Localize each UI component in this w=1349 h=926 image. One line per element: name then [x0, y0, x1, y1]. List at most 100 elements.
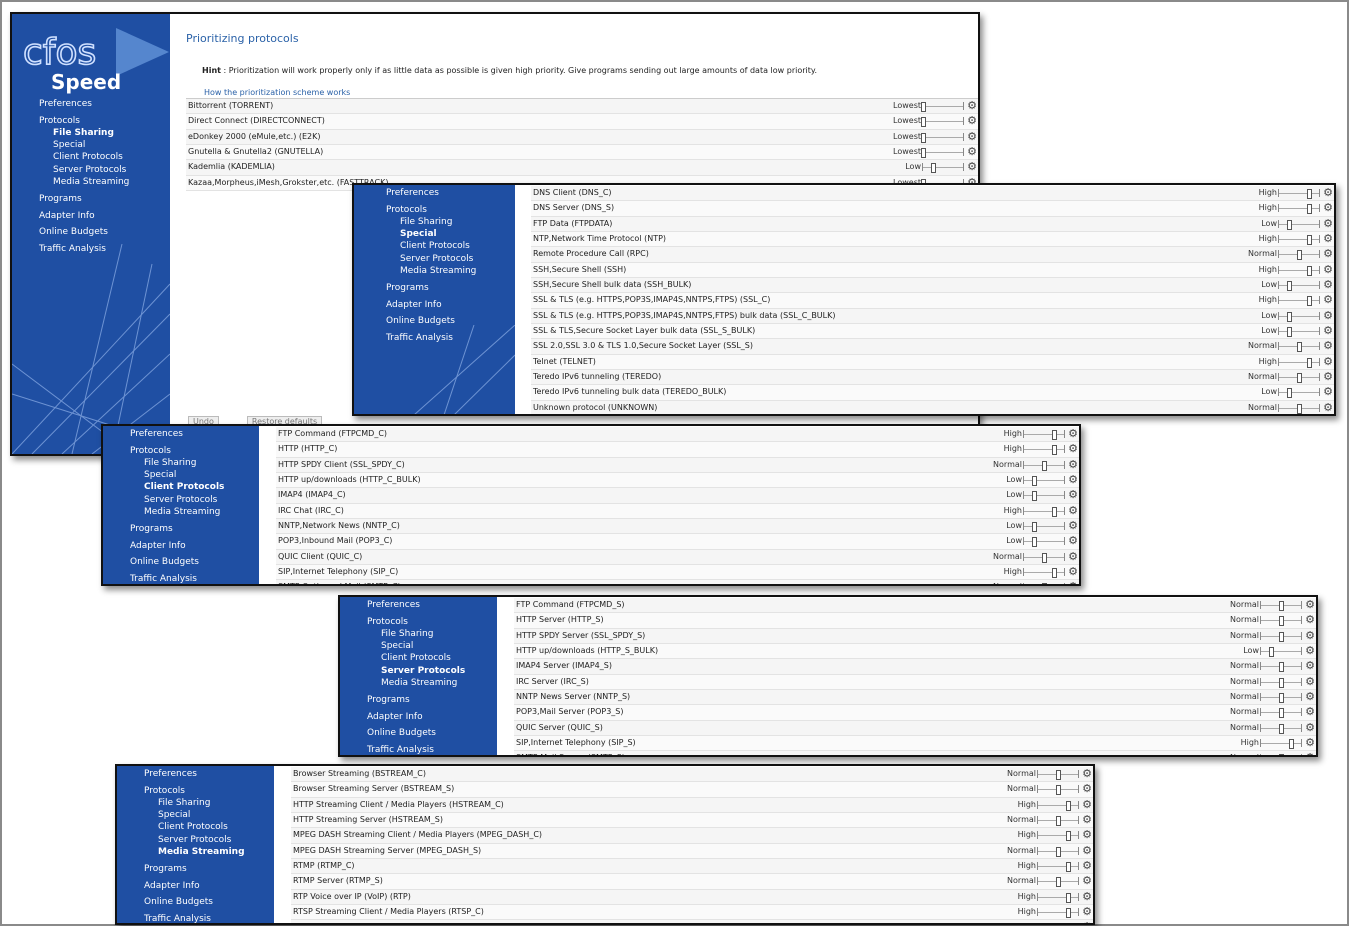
- gear-icon[interactable]: ⚙: [1323, 386, 1333, 397]
- nav-special[interactable]: Special: [354, 228, 515, 240]
- nav-traffic-analysis[interactable]: Traffic Analysis: [103, 573, 259, 584]
- gear-icon[interactable]: ⚙: [1323, 325, 1333, 336]
- slider-knob[interactable]: [1032, 522, 1037, 533]
- gear-icon[interactable]: ⚙: [1323, 371, 1333, 382]
- gear-icon[interactable]: ⚙: [1323, 218, 1333, 229]
- slider-knob[interactable]: [1307, 357, 1312, 368]
- gear-icon[interactable]: ⚙: [1323, 187, 1333, 198]
- slider-knob[interactable]: [1032, 476, 1037, 487]
- slider-knob[interactable]: [1297, 373, 1302, 384]
- priority-slider[interactable]: [1260, 647, 1302, 658]
- nav-protocols[interactable]: Protocols: [340, 616, 497, 628]
- nav-protocols[interactable]: Protocols: [12, 115, 170, 127]
- nav-client-protocols[interactable]: Client Protocols: [117, 821, 274, 833]
- slider-knob[interactable]: [1042, 583, 1047, 584]
- slider-knob[interactable]: [1052, 445, 1057, 456]
- priority-slider[interactable]: [921, 102, 964, 112]
- slider-knob[interactable]: [1307, 265, 1312, 276]
- slider-knob[interactable]: [1307, 235, 1312, 246]
- nav-traffic-analysis[interactable]: Traffic Analysis: [340, 744, 497, 755]
- gear-icon[interactable]: ⚙: [1068, 489, 1078, 500]
- nav-file-sharing[interactable]: File Sharing: [340, 628, 497, 640]
- gear-icon[interactable]: ⚙: [1082, 799, 1092, 810]
- nav-online-budgets[interactable]: Online Budgets: [340, 727, 497, 739]
- prioritization-scheme-link[interactable]: How the prioritization scheme works: [204, 88, 350, 97]
- nav-adapter-info[interactable]: Adapter Info: [340, 711, 497, 723]
- gear-icon[interactable]: ⚙: [1082, 829, 1092, 840]
- priority-slider[interactable]: [1278, 189, 1320, 199]
- nav-media-streaming[interactable]: Media Streaming: [354, 265, 515, 277]
- slider-knob[interactable]: [1052, 568, 1057, 579]
- gear-icon[interactable]: ⚙: [1082, 814, 1092, 825]
- priority-slider[interactable]: [1023, 430, 1065, 440]
- slider-knob[interactable]: [1279, 616, 1284, 627]
- priority-slider[interactable]: [1023, 568, 1065, 579]
- gear-icon[interactable]: ⚙: [1323, 202, 1333, 213]
- nav-online-budgets[interactable]: Online Budgets: [103, 556, 259, 568]
- nav-traffic-analysis[interactable]: Traffic Analysis: [354, 332, 515, 344]
- slider-knob[interactable]: [1032, 491, 1037, 502]
- priority-slider[interactable]: [1023, 506, 1065, 517]
- nav-media-streaming[interactable]: Media Streaming: [340, 677, 497, 689]
- nav-online-budgets[interactable]: Online Budgets: [354, 315, 515, 327]
- priority-slider[interactable]: [921, 132, 964, 143]
- gear-icon[interactable]: ⚙: [1323, 233, 1333, 244]
- gear-icon[interactable]: ⚙: [1068, 520, 1078, 531]
- priority-slider[interactable]: [1278, 357, 1320, 368]
- slider-knob[interactable]: [1307, 189, 1312, 199]
- nav-client-protocols[interactable]: Client Protocols: [12, 151, 170, 163]
- gear-icon[interactable]: ⚙: [1323, 248, 1333, 259]
- gear-icon[interactable]: ⚙: [1082, 891, 1092, 902]
- gear-icon[interactable]: ⚙: [967, 146, 977, 157]
- priority-slider[interactable]: [1278, 403, 1320, 414]
- slider-knob[interactable]: [1066, 908, 1071, 919]
- nav-adapter-info[interactable]: Adapter Info: [354, 299, 515, 311]
- nav-file-sharing[interactable]: File Sharing: [354, 216, 515, 228]
- priority-slider[interactable]: [1260, 631, 1302, 642]
- nav-programs[interactable]: Programs: [117, 863, 274, 875]
- priority-slider[interactable]: [1278, 327, 1320, 338]
- priority-slider[interactable]: [1037, 846, 1079, 857]
- nav-programs[interactable]: Programs: [12, 193, 170, 205]
- priority-slider[interactable]: [1037, 816, 1079, 827]
- priority-slider[interactable]: [1037, 892, 1079, 903]
- gear-icon[interactable]: ⚙: [1323, 264, 1333, 275]
- gear-icon[interactable]: ⚙: [1305, 630, 1315, 641]
- priority-slider[interactable]: [1023, 522, 1065, 533]
- slider-knob[interactable]: [1056, 923, 1061, 925]
- gear-icon[interactable]: ⚙: [967, 131, 977, 142]
- nav-online-budgets[interactable]: Online Budgets: [12, 226, 170, 238]
- priority-slider[interactable]: [1278, 219, 1320, 230]
- nav-adapter-info[interactable]: Adapter Info: [103, 540, 259, 552]
- gear-icon[interactable]: ⚙: [1323, 294, 1333, 305]
- slider-knob[interactable]: [1287, 219, 1292, 230]
- nav-traffic-analysis[interactable]: Traffic Analysis: [117, 913, 274, 923]
- slider-knob[interactable]: [1297, 250, 1302, 261]
- priority-slider[interactable]: [1023, 460, 1065, 471]
- priority-slider[interactable]: [1023, 583, 1065, 584]
- slider-knob[interactable]: [1056, 846, 1061, 857]
- nav-programs[interactable]: Programs: [354, 282, 515, 294]
- priority-slider[interactable]: [1260, 723, 1302, 734]
- gear-icon[interactable]: ⚙: [1068, 443, 1078, 454]
- priority-slider[interactable]: [1037, 923, 1079, 925]
- gear-icon[interactable]: ⚙: [1305, 660, 1315, 671]
- slider-knob[interactable]: [1307, 296, 1312, 307]
- slider-knob[interactable]: [1287, 281, 1292, 292]
- gear-icon[interactable]: ⚙: [1323, 340, 1333, 351]
- gear-icon[interactable]: ⚙: [1305, 614, 1315, 625]
- nav-adapter-info[interactable]: Adapter Info: [117, 880, 274, 892]
- slider-knob[interactable]: [931, 163, 936, 174]
- gear-icon[interactable]: ⚙: [1323, 310, 1333, 321]
- priority-slider[interactable]: [1278, 311, 1320, 322]
- gear-icon[interactable]: ⚙: [1068, 428, 1078, 439]
- nav-server-protocols[interactable]: Server Protocols: [354, 253, 515, 265]
- nav-client-protocols[interactable]: Client Protocols: [340, 652, 497, 664]
- nav-special[interactable]: Special: [12, 139, 170, 151]
- nav-special[interactable]: Special: [117, 809, 274, 821]
- slider-knob[interactable]: [1066, 800, 1071, 811]
- slider-knob[interactable]: [1056, 785, 1061, 796]
- nav-client-protocols[interactable]: Client Protocols: [103, 481, 259, 493]
- priority-slider[interactable]: [1037, 862, 1079, 873]
- slider-knob[interactable]: [1066, 831, 1071, 842]
